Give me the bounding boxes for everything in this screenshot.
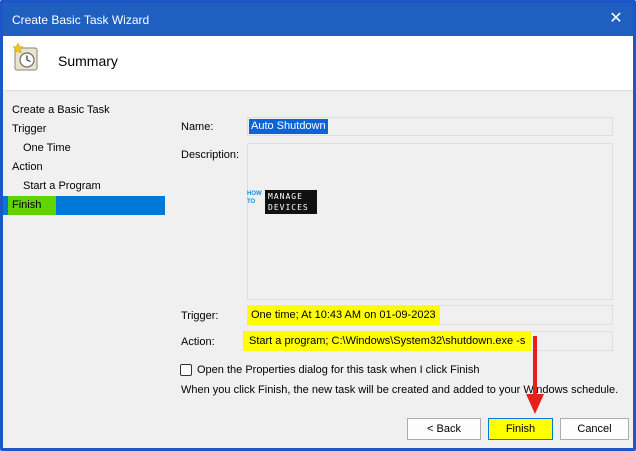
- description-label: Description:: [181, 149, 240, 161]
- window-title: Create Basic Task Wizard: [12, 13, 150, 27]
- step-label: One Time: [23, 142, 71, 154]
- back-button[interactable]: < Back: [407, 418, 481, 440]
- cancel-button[interactable]: Cancel: [560, 418, 629, 440]
- name-label: Name:: [181, 121, 214, 133]
- title-bar[interactable]: Create Basic Task Wizard ✕: [3, 3, 633, 36]
- step-label: Start a Program: [23, 180, 101, 192]
- step-trigger: Trigger: [3, 120, 173, 139]
- step-start-a-program: Start a Program: [3, 177, 173, 196]
- name-value[interactable]: Auto Shutdown: [249, 119, 328, 134]
- wizard-steps: Create a Basic Task Trigger One Time Act…: [3, 101, 173, 215]
- open-properties-checkbox[interactable]: [180, 364, 192, 376]
- trigger-label: Trigger:: [181, 310, 219, 322]
- wizard-window: Create Basic Task Wizard ✕ Summary Creat…: [3, 3, 633, 448]
- watermark-left: HOW TO: [247, 190, 265, 214]
- watermark-text: MANAGE: [268, 192, 303, 201]
- action-label: Action:: [181, 336, 215, 348]
- wizard-header: Summary: [3, 36, 633, 91]
- action-value: Start a program; C:\Windows\System32\shu…: [243, 331, 532, 351]
- step-label: Action: [12, 161, 43, 173]
- red-arrow-annotation: [526, 336, 544, 414]
- description-field[interactable]: [247, 143, 613, 300]
- step-create-basic-task: Create a Basic Task: [3, 101, 173, 120]
- finish-info-text: When you click Finish, the new task will…: [181, 384, 619, 396]
- watermark-logo: HOW TO MANAGE DEVICES: [247, 190, 317, 214]
- step-action: Action: [3, 158, 173, 177]
- watermark-box: MANAGE DEVICES: [265, 190, 317, 214]
- step-finish: Finish: [3, 196, 165, 215]
- finish-button[interactable]: Finish: [488, 418, 553, 440]
- close-icon[interactable]: ✕: [607, 11, 625, 29]
- step-label: Trigger: [12, 123, 47, 135]
- task-scheduler-icon: [12, 42, 38, 71]
- open-properties-label[interactable]: Open the Properties dialog for this task…: [197, 364, 479, 376]
- page-title: Summary: [58, 53, 118, 69]
- step-one-time: One Time: [3, 139, 173, 158]
- step-label: Create a Basic Task: [12, 104, 110, 116]
- watermark-text: DEVICES: [268, 203, 309, 212]
- trigger-value: One time; At 10:43 AM on 01-09-2023: [247, 305, 440, 325]
- step-label: Finish: [12, 199, 42, 211]
- watermark-text: TO: [247, 199, 256, 205]
- watermark-text: HOW: [247, 191, 262, 197]
